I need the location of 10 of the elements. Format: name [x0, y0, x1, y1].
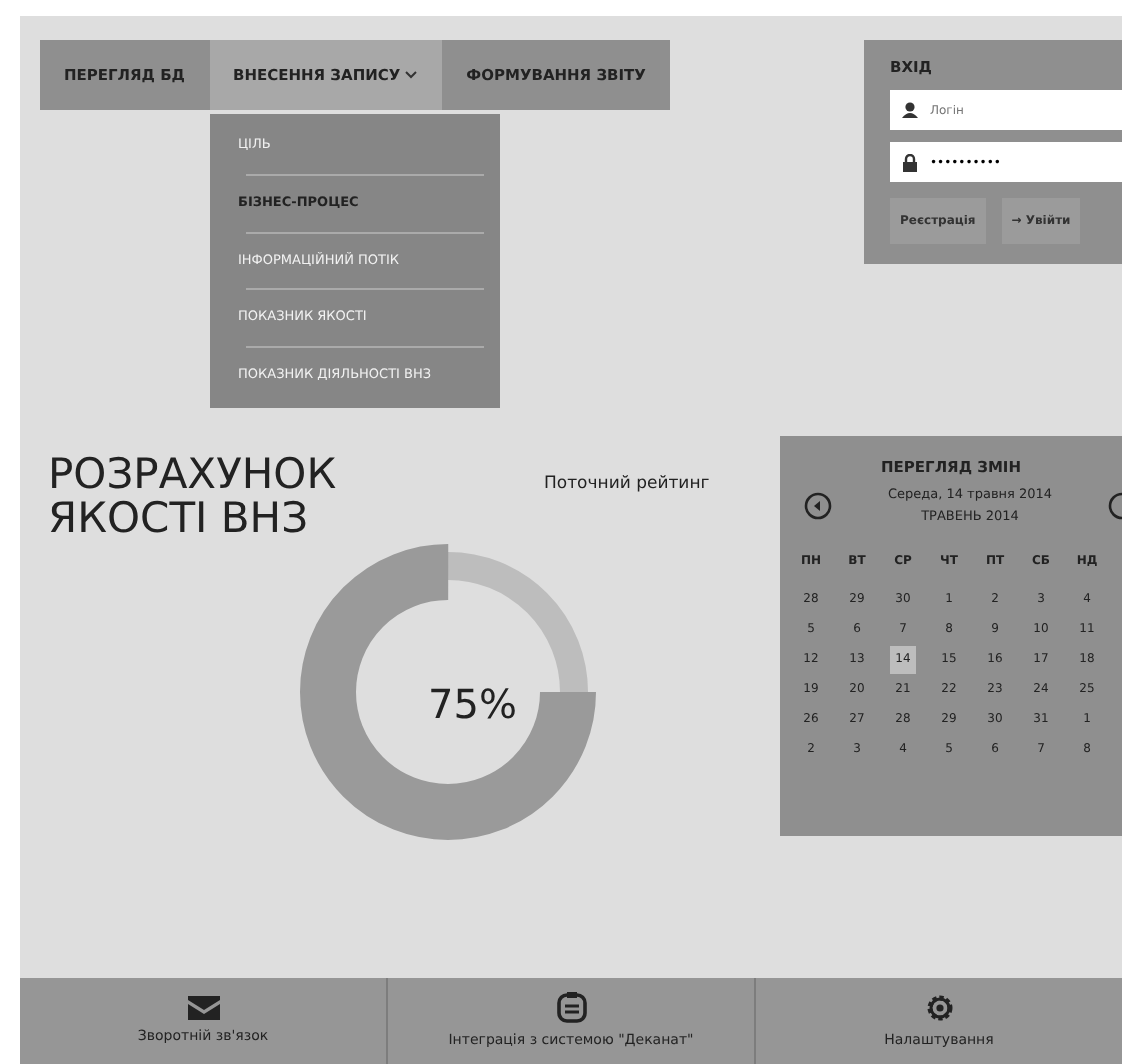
envelope-icon — [187, 995, 219, 1020]
user-icon — [902, 102, 918, 119]
settings-icon — [923, 991, 955, 1024]
prev-month-button[interactable] — [804, 492, 832, 521]
next-month-button[interactable] — [1107, 492, 1122, 521]
clipboard-icon — [555, 991, 587, 1024]
lock-icon — [902, 154, 918, 173]
caret-icon — [404, 70, 419, 80]
page-heading: РОЗРАХУНОК ЯКОСТІ ВНЗ — [48, 452, 339, 547]
rating-label: Поточний рейтинг — [544, 472, 710, 498]
